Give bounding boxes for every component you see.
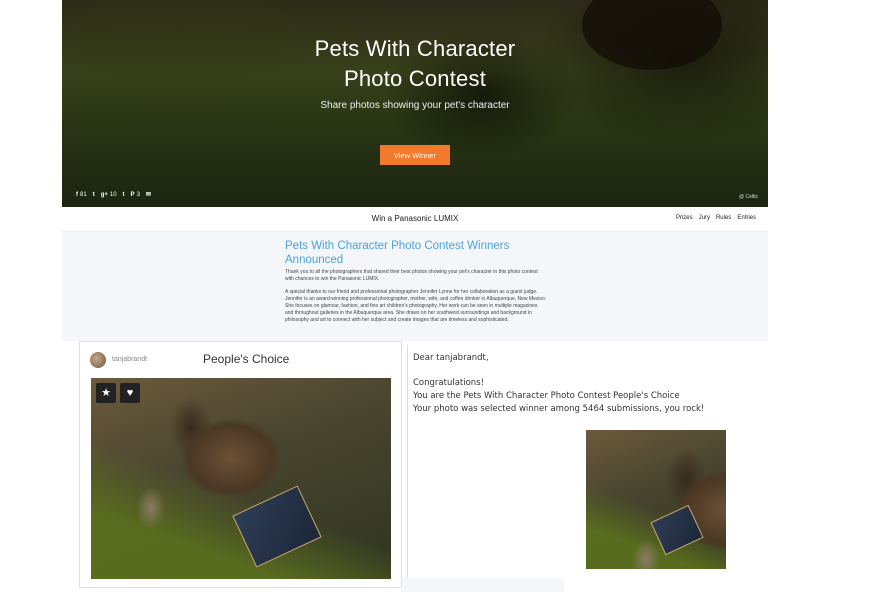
social-share-bar: f 81 t g+ 10 t P3 ✉ bbox=[76, 191, 151, 199]
peoples-choice-card: tanjabrandt People's Choice ★ ♥ bbox=[79, 341, 402, 588]
pinterest-icon: P bbox=[130, 191, 135, 198]
winning-photo[interactable]: ★ ♥ bbox=[91, 378, 391, 579]
google-plus-icon: g+ bbox=[100, 191, 108, 198]
email-line-peoples-choice: You are the Pets With Character Photo Co… bbox=[413, 391, 680, 401]
nav-link-prizes[interactable]: Prizes bbox=[676, 215, 693, 221]
hero-title: Pets With Character Photo Contest bbox=[62, 34, 768, 94]
article-title[interactable]: Pets With Character Photo Contest Winner… bbox=[285, 239, 545, 267]
card-title: People's Choice bbox=[203, 352, 290, 366]
nav-links: Prizes Jury Rules Entries bbox=[676, 215, 756, 221]
facebook-icon: f bbox=[76, 191, 78, 198]
facebook-count: 81 bbox=[80, 191, 87, 198]
email-share[interactable]: ✉ bbox=[146, 191, 151, 198]
nav-link-entries[interactable]: Entries bbox=[737, 215, 756, 221]
heart-icon: ♥ bbox=[126, 387, 134, 399]
dog-reading-book-image bbox=[91, 378, 391, 579]
contest-nav: Win a Panasonic LUMIX Prizes Jury Rules … bbox=[62, 207, 768, 232]
pinterest-share[interactable]: P3 bbox=[131, 192, 140, 198]
nav-link-jury[interactable]: Jury bbox=[699, 215, 710, 221]
contest-page-screenshot: Pets With Character Photo Contest Share … bbox=[62, 0, 768, 341]
hero-subtitle: Share photos showing your pet's characte… bbox=[320, 100, 510, 111]
email-icon: ✉ bbox=[145, 192, 151, 198]
photo-credit: @ Celtic bbox=[739, 194, 758, 200]
google-plus-share[interactable]: g+ 10 bbox=[101, 192, 117, 198]
article-paragraph-2: A special thanks to our friend and profe… bbox=[285, 289, 547, 323]
tumblr-share[interactable]: t bbox=[123, 192, 125, 198]
email-congrats: Congratulations! bbox=[413, 378, 485, 388]
email-winning-photo bbox=[586, 430, 726, 569]
dog-reading-book-image bbox=[586, 430, 726, 569]
nav-link-rules[interactable]: Rules bbox=[716, 215, 731, 221]
winners-article: Pets With Character Photo Contest Winner… bbox=[62, 232, 768, 341]
card-header: tanjabrandt People's Choice bbox=[90, 350, 390, 370]
email-greeting: Dear tanjabrandt, bbox=[413, 353, 489, 363]
star-icon: ★ bbox=[101, 387, 111, 399]
avatar[interactable] bbox=[90, 352, 106, 368]
article-paragraph-1: Thank you to all the photographers that … bbox=[285, 269, 538, 282]
star-button[interactable]: ★ bbox=[96, 383, 116, 403]
google-plus-count: 10 bbox=[109, 191, 117, 198]
tumblr-icon: t bbox=[122, 191, 125, 198]
username[interactable]: tanjabrandt bbox=[112, 356, 147, 363]
like-button[interactable]: ♥ bbox=[120, 383, 140, 403]
pinterest-count: 3 bbox=[136, 191, 140, 198]
hero-title-line1: Pets With Character bbox=[314, 36, 516, 61]
winner-email: Dear tanjabrandt, Congratulations! You a… bbox=[407, 345, 763, 578]
hero-banner: Pets With Character Photo Contest Share … bbox=[62, 0, 768, 207]
facebook-share[interactable]: f 81 bbox=[76, 192, 87, 198]
twitter-share[interactable]: t bbox=[93, 192, 95, 198]
hero-title-line2: Photo Contest bbox=[343, 66, 487, 91]
nav-title: Win a Panasonic LUMIX bbox=[371, 214, 459, 223]
page-edge-strip bbox=[402, 578, 564, 592]
email-line-submissions: Your photo was selected winner among 546… bbox=[413, 404, 705, 414]
twitter-icon: t bbox=[92, 191, 95, 198]
view-winner-button[interactable]: View Winner bbox=[380, 145, 450, 165]
